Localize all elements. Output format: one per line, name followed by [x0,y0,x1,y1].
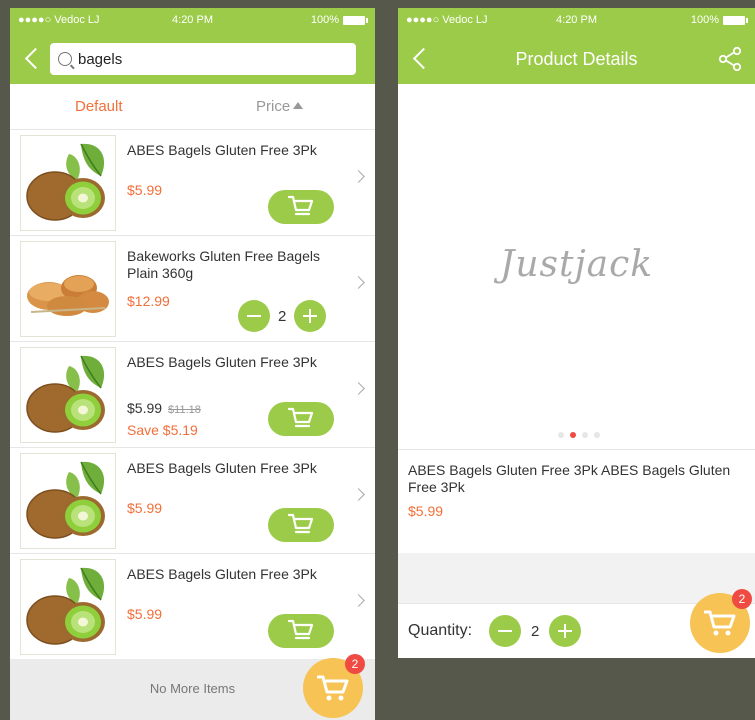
product-details-screen: ●●●●○ Vedoc LJ 4:20 PM 100% Product Deta… [398,8,755,658]
carousel-pagination [558,432,600,438]
price-value: $12.99 [127,293,170,309]
product-list-item[interactable]: ABES Bagels Gluten Free 3Pk $5.99 [10,554,375,660]
cart-count-badge: 2 [345,654,365,674]
search-navbar: bagels [10,34,375,84]
quantity-stepper: 2 [489,615,582,647]
product-list-item[interactable]: ABES Bagels Gluten Free 3Pk $5.99 [10,448,375,554]
search-icon [58,52,72,66]
quantity-value: 2 [531,622,540,640]
quantity-stepper: 2 [238,300,327,332]
battery-indicator: 100% [690,14,748,26]
battery-icon [723,15,748,25]
product-price: $5.99 [127,182,162,198]
chevron-right-icon[interactable] [352,594,365,607]
details-navbar: Product Details [398,34,755,84]
decrease-quantity-button[interactable] [238,300,270,332]
quantity-value: 2 [278,307,287,325]
product-list: ABES Bagels Gluten Free 3Pk $5.99 Bakework… [10,130,375,660]
price-value: $5.99 [127,182,163,198]
product-image-carousel[interactable]: Justjack [398,84,755,448]
battery-percent: 100% [690,14,719,26]
cart-icon [704,610,736,636]
back-button[interactable] [22,46,42,72]
section-divider [398,553,755,603]
cart-icon [317,675,349,701]
cart-icon [288,407,314,428]
product-title: ABES Bagels Gluten Free 3Pk [127,460,317,476]
product-list-item[interactable]: Bakeworks Gluten Free Bagels Plain 360g $… [10,236,375,342]
increase-quantity-button[interactable] [549,615,582,647]
add-to-cart-button[interactable] [268,190,334,224]
increase-quantity-button[interactable] [294,300,327,332]
product-title: ABES Bagels Gluten Free 3Pk [127,142,317,158]
kiwi-image [20,135,116,231]
chevron-right-icon[interactable] [352,488,365,501]
sort-price-label: Price [256,98,291,115]
chevron-right-icon[interactable] [352,170,365,183]
floating-cart-button[interactable]: 2 [690,589,752,653]
search-query: bagels [78,50,123,68]
kiwi-image [20,347,116,443]
price-value: $5.99 [127,400,163,416]
add-to-cart-button[interactable] [268,614,334,648]
decrease-quantity-button[interactable] [489,615,521,647]
search-input[interactable]: bagels [50,43,356,75]
carrier-label: ●●●●○ Vedoc LJ [406,14,488,26]
product-list-item[interactable]: ABES Bagels Gluten Free 3Pk $5.99 [10,130,375,236]
sort-bar: Default Price [10,84,375,130]
chevron-right-icon[interactable] [352,276,365,289]
floating-cart-button[interactable]: 2 [303,654,365,718]
add-to-cart-button[interactable] [268,508,334,542]
product-price: $12.99 [127,293,170,309]
sort-default-tab[interactable]: Default [75,98,123,115]
kiwi-image [20,559,116,655]
sort-price-tab[interactable]: Price [256,98,304,115]
price-value: $5.99 [127,606,163,622]
battery-icon [343,15,368,25]
cart-icon [288,513,314,534]
page-title: Product Details [515,49,638,69]
carousel-dot[interactable] [594,432,600,438]
search-results-screen: ●●●●○ Vedoc LJ 4:20 PM 100% bagels Defau… [10,8,375,720]
carousel-dot[interactable] [558,432,564,438]
carousel-dot-active[interactable] [570,432,576,438]
kiwi-image [20,453,116,549]
savings-label: Save $5.19 [127,422,198,438]
chevron-right-icon[interactable] [352,382,365,395]
cart-count-badge: 2 [732,589,752,609]
product-title: ABES Bagels Gluten Free 3Pk [127,566,317,582]
product-title: ABES Bagels Gluten Free 3Pk [127,354,317,370]
price-value: $5.99 [127,500,163,516]
product-price: $5.99 [127,500,162,516]
battery-indicator: 100% [310,14,368,26]
carousel-dot[interactable] [582,432,588,438]
cart-icon [288,619,314,640]
battery-percent: 100% [310,14,339,26]
status-bar: ●●●●○ Vedoc LJ 4:20 PM 100% [398,8,755,34]
product-list-item[interactable]: ABES Bagels Gluten Free 3Pk $5.99 $11.18 Sa… [10,342,375,448]
product-price: $5.99 [127,606,162,622]
product-image-watermark: Justjack [499,244,654,285]
product-info: ABES Bagels Gluten Free 3Pk ABES Bagels … [398,449,755,553]
status-bar: ●●●●○ Vedoc LJ 4:20 PM 100% [10,8,375,34]
product-price: $5.99 $11.18 [127,400,201,416]
sort-asc-icon [293,102,304,109]
product-price: $5.99 [408,503,444,519]
clock: 4:20 PM [172,14,213,26]
product-title: Bakeworks Gluten Free Bagels Plain 360g [127,248,320,281]
cart-icon [288,195,314,216]
share-icon[interactable] [717,46,743,72]
carrier-label: ●●●●○ Vedoc LJ [18,14,100,26]
add-to-cart-button[interactable] [268,402,334,436]
clock: 4:20 PM [556,14,597,26]
quantity-label: Quantity: [408,622,473,639]
product-title: ABES Bagels Gluten Free 3Pk ABES Bagels … [408,462,731,495]
bread-image [20,241,116,337]
original-price: $11.18 [168,404,201,416]
